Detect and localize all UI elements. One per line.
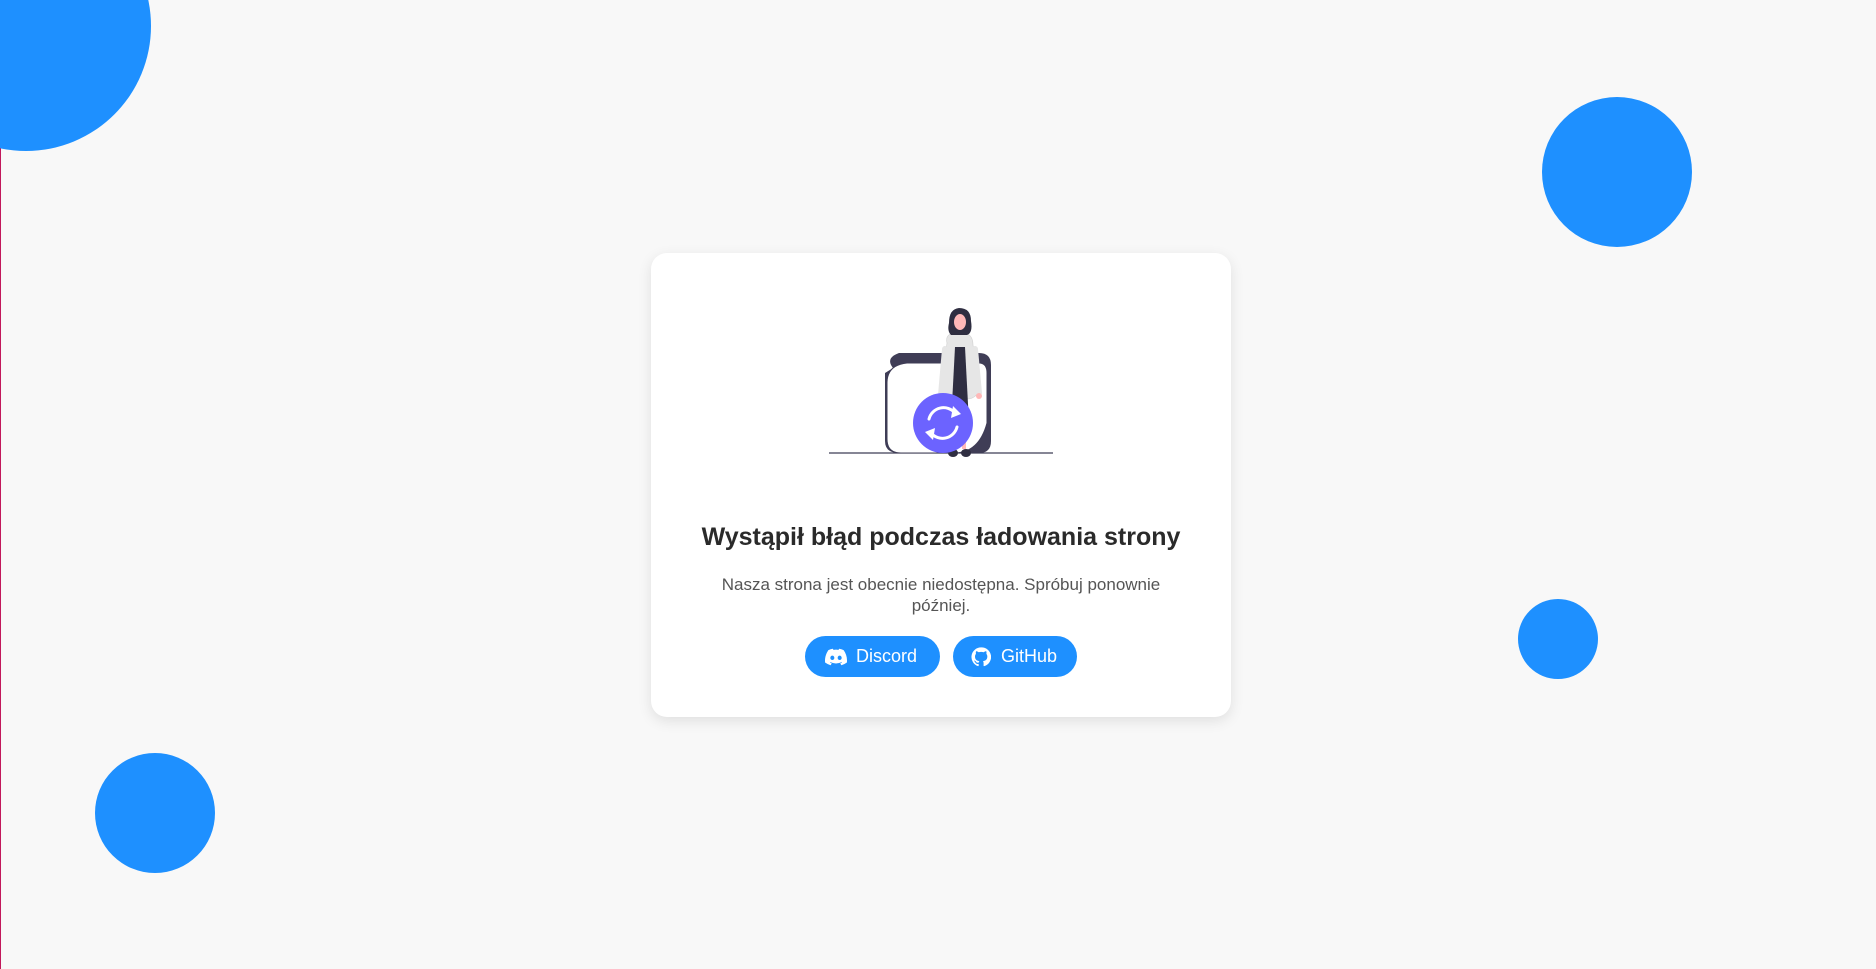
decorative-circle-bottom-left [95,753,215,873]
error-message: Nasza strona jest obecnie niedostępna. S… [721,575,1161,615]
decorative-circle-top-right [1542,97,1692,247]
decorative-circle-right [1518,599,1598,679]
error-illustration [829,308,1053,457]
error-title: Wystąpił błąd podczas ładowania strony [701,523,1181,551]
github-icon [971,646,992,668]
page: Wystąpił błąd podczas ładowania strony N… [0,0,1876,969]
discord-label: Discord [856,646,918,666]
discord-icon [825,646,847,668]
discord-button[interactable]: Discord [805,636,940,677]
github-label: GitHub [1000,646,1057,666]
error-card: Wystąpił błąd podczas ładowania strony N… [651,253,1231,717]
github-button[interactable]: GitHub [953,636,1077,677]
decorative-circle-top-left [0,0,151,151]
social-buttons: Discord GitHub [651,636,1231,677]
